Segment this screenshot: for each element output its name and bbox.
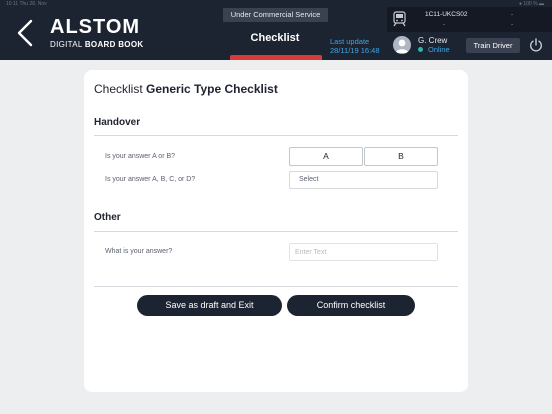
app-name-plain: DIGITAL [50, 40, 85, 49]
checklist-title-prefix: Checklist [94, 82, 147, 96]
last-update-value: 28/11/19 16:48 [330, 46, 380, 55]
train-info-placeholder: - [443, 21, 446, 28]
answer-option-b-button[interactable]: B [364, 147, 438, 166]
user-silhouette-icon [395, 39, 409, 53]
app-header: 10:11 Thu 28. Nov ● 100 % ▬ ALSTOM DIGIT… [0, 0, 552, 60]
page-title: Checklist [250, 32, 300, 44]
question-label: Is your answer A, B, C, or D? [105, 176, 196, 183]
save-draft-exit-button[interactable]: Save as draft and Exit [137, 295, 282, 316]
train-info-panel[interactable]: 1C11-UKCS02 - - - [387, 7, 552, 32]
section-divider [94, 135, 458, 136]
app-name-bold: BOARD BOOK [84, 40, 144, 49]
train-info-placeholder: - [511, 21, 514, 28]
section-divider [94, 231, 458, 232]
title-active-indicator [230, 55, 322, 60]
question-label: Is your answer A or B? [105, 153, 176, 160]
role-button[interactable]: Train Driver [466, 38, 520, 53]
app-name: DIGITAL BOARD BOOK [50, 40, 143, 49]
device-status-bar: 10:11 Thu 28. Nov ● 100 % ▬ [0, 0, 552, 7]
checklist-name: Generic Type Checklist [146, 82, 278, 96]
question-label: What is your answer? [105, 248, 173, 255]
train-id: 1C11-UKCS02 [425, 11, 468, 18]
section-title-handover: Handover [94, 117, 141, 128]
avatar-icon[interactable] [393, 36, 411, 54]
last-update: Last update 28/11/19 16:48 [330, 37, 380, 55]
train-icon [393, 11, 406, 27]
status-time: 10:11 Thu 28. Nov [6, 1, 47, 7]
actions-divider [94, 286, 458, 287]
power-icon[interactable] [529, 38, 543, 52]
service-status-badge: Under Commercial Service [223, 8, 328, 22]
back-chevron-icon[interactable] [14, 18, 36, 48]
checklist-card: Checklist Generic Type Checklist Handove… [84, 70, 468, 392]
answer-select-dropdown[interactable]: Select [289, 171, 438, 189]
user-name: G. Crew [418, 36, 448, 45]
alstom-logo: ALSTOM [50, 16, 141, 38]
last-update-label: Last update [330, 37, 370, 46]
confirm-checklist-button[interactable]: Confirm checklist [287, 295, 415, 316]
checklist-title: Checklist Generic Type Checklist [94, 82, 278, 96]
online-status-dot [418, 47, 423, 52]
section-title-other: Other [94, 212, 121, 223]
train-info-placeholder: - [511, 11, 514, 18]
user-status: Online [428, 45, 450, 54]
answer-option-a-button[interactable]: A [289, 147, 363, 166]
answer-text-input[interactable] [289, 243, 438, 261]
